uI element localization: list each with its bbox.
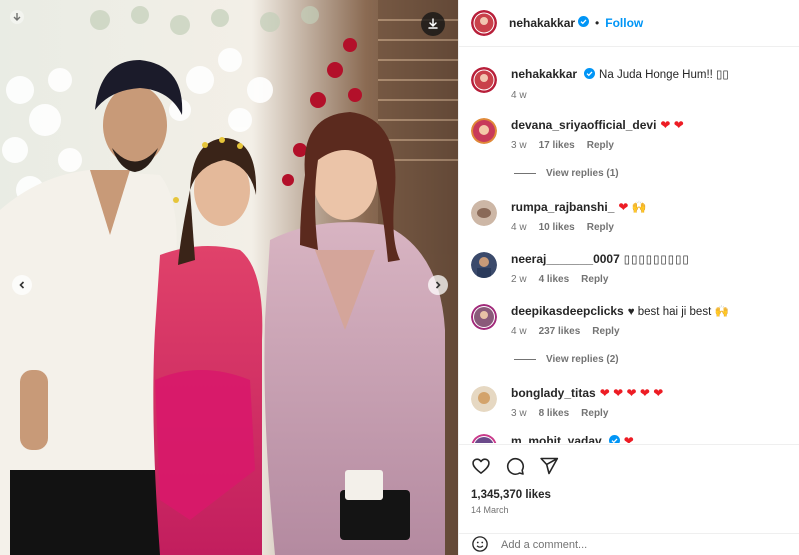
share-button[interactable]	[539, 456, 559, 476]
verified-badge-icon	[584, 68, 596, 84]
photo-corner-icon	[8, 8, 26, 26]
post-actions: 1,345,370 likes 14 March	[459, 444, 799, 555]
comment-item: rumpa_rajbanshi_ ❤ 🙌 4 w 10 likes Reply	[471, 200, 647, 233]
download-icon	[428, 18, 438, 29]
comment-likes[interactable]: 10 likes	[539, 222, 575, 233]
comment-age: 4 w	[511, 222, 527, 233]
caption-author-avatar[interactable]	[471, 67, 497, 93]
caption-username[interactable]: nehakakkar	[511, 67, 577, 81]
comment-age: 4 w	[511, 326, 527, 337]
verified-badge-icon	[578, 16, 590, 30]
comment-username[interactable]: neeraj_______0007	[511, 252, 620, 266]
author-username[interactable]: nehakakkar	[509, 16, 575, 30]
reply-button[interactable]: Reply	[592, 326, 619, 337]
view-replies-label: View replies (2)	[546, 354, 619, 365]
comment-text: ▯▯▯▯▯▯▯▯▯	[623, 254, 690, 266]
download-button[interactable]	[421, 12, 445, 36]
emoji-icon	[472, 535, 488, 552]
caption-text: nehakakkar Na Juda Honge Hum!! ▯▯	[511, 67, 729, 84]
post-photo	[0, 0, 458, 555]
follow-button[interactable]: Follow	[605, 16, 643, 30]
replies-divider-line	[514, 359, 536, 360]
comment-username[interactable]: bonglady_titas	[511, 386, 596, 400]
separator-dot: •	[595, 16, 600, 30]
comment-username[interactable]: deepikasdeepclicks	[511, 304, 624, 318]
verified-badge-icon	[608, 435, 620, 443]
chevron-left-icon	[19, 281, 25, 289]
commenter-avatar[interactable]	[471, 304, 497, 330]
reply-button[interactable]: Reply	[581, 408, 608, 419]
comment-likes[interactable]: 8 likes	[539, 408, 570, 419]
comment-text: ❤	[623, 434, 634, 443]
comment-item: neeraj_______0007 ▯▯▯▯▯▯▯▯▯ 2 w 4 likes R…	[471, 252, 690, 285]
reply-button[interactable]: Reply	[581, 274, 608, 285]
replies-divider-line	[514, 173, 536, 174]
comment-username[interactable]: rumpa_rajbanshi_	[511, 200, 614, 214]
commenter-avatar[interactable]	[471, 200, 497, 226]
commenter-avatar[interactable]	[471, 386, 497, 412]
caption-age: 4 w	[511, 90, 527, 101]
previous-image-button[interactable]	[12, 275, 32, 295]
comment-age: 3 w	[511, 140, 527, 151]
comment-age: 3 w	[511, 408, 527, 419]
post-media[interactable]	[0, 0, 458, 555]
caption-body: Na Juda Honge Hum!! ▯▯	[599, 69, 729, 81]
reply-button[interactable]: Reply	[587, 140, 614, 151]
view-replies-button[interactable]: View replies (2)	[514, 354, 619, 365]
heart-icon	[472, 458, 490, 474]
comment-button[interactable]	[505, 456, 525, 476]
comment-text: ❤ ❤	[660, 118, 684, 132]
chevron-right-icon	[435, 281, 441, 289]
comment-age: 2 w	[511, 274, 527, 285]
like-count[interactable]: 1,345,370 likes	[471, 489, 551, 501]
commenter-avatar[interactable]	[471, 118, 497, 144]
like-button[interactable]	[471, 456, 491, 476]
comment-text: ♥ best hai ji best 🙌	[627, 306, 729, 318]
comment-text: ❤ 🙌	[618, 200, 647, 214]
commenter-avatar[interactable]	[471, 252, 497, 278]
comment-composer	[459, 533, 799, 555]
commenter-avatar[interactable]	[471, 434, 497, 443]
comments-list[interactable]: nehakakkar Na Juda Honge Hum!! ▯▯ 4 w dev…	[459, 48, 799, 443]
view-replies-button[interactable]: View replies (1)	[514, 168, 619, 179]
reply-button[interactable]: Reply	[587, 222, 614, 233]
comment-likes[interactable]: 4 likes	[539, 274, 570, 285]
next-image-button[interactable]	[428, 275, 448, 295]
comment-item: bonglady_titas ❤ ❤ ❤ ❤ ❤ 3 w 8 likes Repl…	[471, 386, 663, 419]
comment-username[interactable]: devana_sriyaofficial_devi	[511, 118, 656, 132]
author-avatar[interactable]	[471, 10, 497, 36]
post-side-panel: nehakakkar • Follow nehakakkar Na Juda Ho…	[458, 0, 799, 555]
comment-likes[interactable]: 17 likes	[539, 140, 575, 151]
comment-input[interactable]	[501, 539, 761, 551]
post-header: nehakakkar • Follow	[459, 0, 799, 47]
post-dialog: nehakakkar • Follow nehakakkar Na Juda Ho…	[0, 0, 799, 555]
comment-likes[interactable]: 237 likes	[539, 326, 581, 337]
view-replies-label: View replies (1)	[546, 168, 619, 179]
comment-icon	[506, 457, 524, 475]
comment-item: devana_sriyaofficial_devi ❤ ❤ 3 w 17 like…	[471, 118, 684, 151]
post-date: 14 March	[471, 505, 509, 515]
caption-row: nehakakkar Na Juda Honge Hum!! ▯▯ 4 w	[471, 67, 729, 101]
comment-username[interactable]: m_mohit_yadav	[511, 434, 602, 443]
share-icon	[540, 457, 559, 475]
comment-text: ❤ ❤ ❤ ❤ ❤	[599, 386, 664, 400]
comment-item: m_mohit_yadav ❤	[471, 434, 634, 443]
emoji-button[interactable]	[471, 535, 489, 555]
comment-item: deepikasdeepclicks ♥ best hai ji best 🙌 4…	[471, 304, 729, 337]
